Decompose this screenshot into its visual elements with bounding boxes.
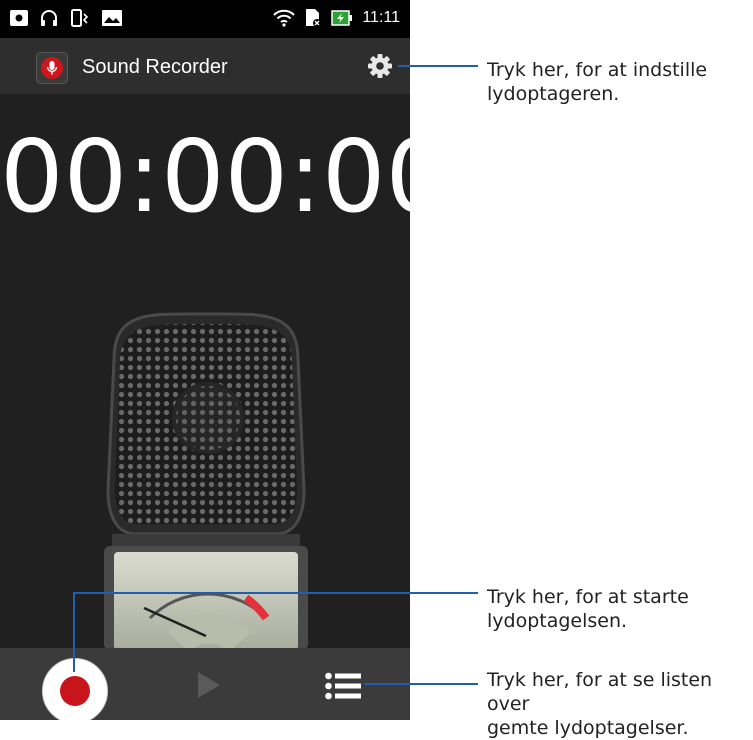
record-icon xyxy=(60,676,90,706)
phone-screen: 11:11 Sound Recorder 00:00:00 xyxy=(0,0,410,720)
callout-list-line1: Tryk her, for at se listen over xyxy=(487,669,713,715)
gear-icon[interactable] xyxy=(366,52,394,80)
photo-icon xyxy=(10,10,28,26)
app-title: Sound Recorder xyxy=(82,56,228,78)
callout-settings: Tryk her, for at indstille lydoptageren. xyxy=(487,58,707,106)
wifi-icon xyxy=(273,9,296,27)
status-bar-left-icons xyxy=(10,9,122,27)
headphones-icon xyxy=(41,10,57,26)
callout-record-line2: lydoptagelsen. xyxy=(487,610,628,632)
microphone-icon xyxy=(36,52,68,84)
status-time: 11:11 xyxy=(362,9,400,26)
image-icon xyxy=(102,10,122,26)
callout-settings-line2: lydoptageren. xyxy=(487,83,620,105)
callout-line-record-horizontal xyxy=(74,592,478,594)
microphone-illustration xyxy=(104,312,308,650)
callout-list: Tryk her, for at se listen over gemte ly… xyxy=(487,668,753,740)
record-button[interactable] xyxy=(42,658,108,720)
callout-record-line1: Tryk her, for at starte xyxy=(487,586,689,608)
callout-record: Tryk her, for at starte lydoptagelsen. xyxy=(487,585,689,633)
app-bar: Sound Recorder xyxy=(0,38,410,94)
battery-charging-icon xyxy=(331,10,353,26)
callout-line-record-vertical xyxy=(73,592,75,672)
sim-icon xyxy=(306,9,322,27)
status-bar: 11:11 xyxy=(0,0,410,38)
recording-timer: 00:00:00 xyxy=(0,118,410,235)
status-bar-right: 11:11 xyxy=(273,8,400,28)
callout-settings-line1: Tryk her, for at indstille xyxy=(487,59,708,81)
play-icon[interactable] xyxy=(196,670,222,700)
callout-line-settings xyxy=(398,65,478,67)
list-icon[interactable] xyxy=(325,672,361,700)
phone-vibrate-icon xyxy=(71,9,89,27)
callout-line-list xyxy=(364,683,478,685)
